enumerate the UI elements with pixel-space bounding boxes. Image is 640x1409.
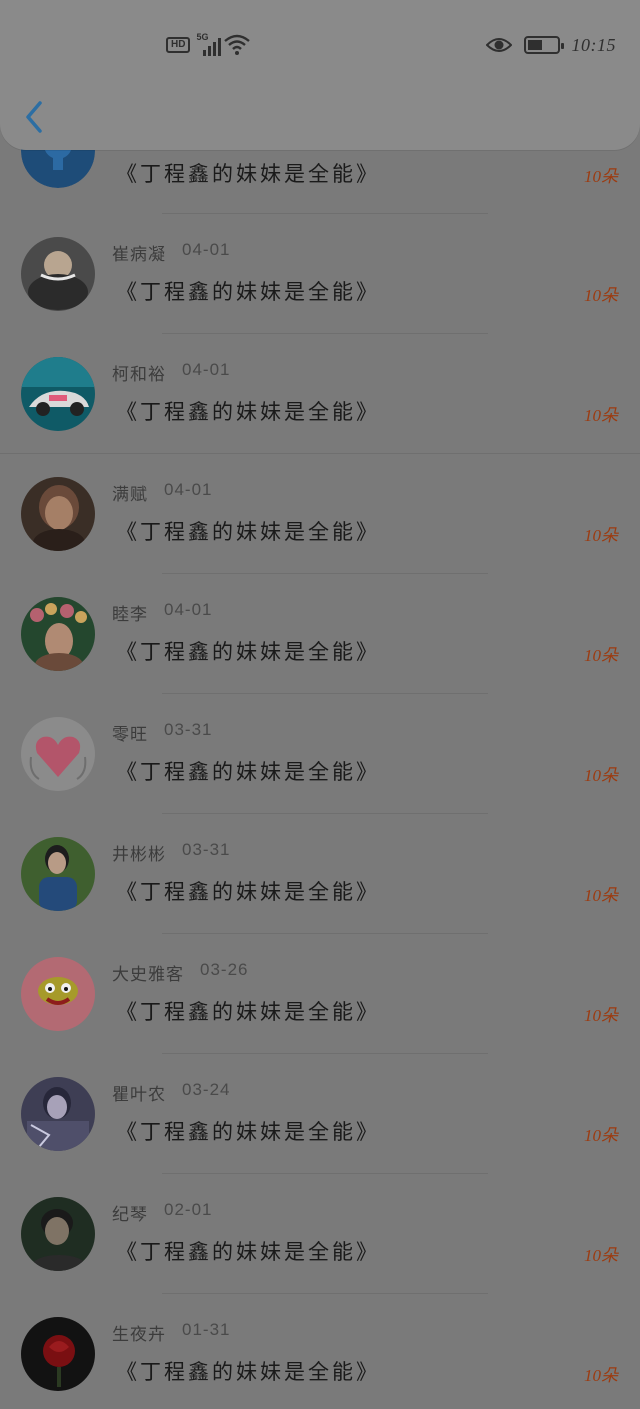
book-title: 《丁程鑫的妹妹是全能》 [116, 1360, 380, 1384]
user-name: 井彬彬 [112, 845, 166, 865]
divider [162, 1053, 488, 1054]
eye-icon [485, 38, 512, 52]
date: 02-01 [164, 1200, 213, 1219]
battery-icon [523, 36, 564, 54]
monkey-avatar [21, 957, 95, 1031]
date: 04-01 [164, 600, 213, 619]
status-right: 10:15 [485, 31, 617, 59]
book-title: 《丁程鑫的妹妹是全能》 [116, 1240, 380, 1264]
gift-record-list: 《丁程鑫的妹妹是全能》 10朵 崔病凝 04-01 《丁程鑫的妹妹是全能》 10… [0, 120, 640, 1409]
row-meta: 大史雅客 03-26 [112, 960, 248, 985]
book-title: 《丁程鑫的妹妹是全能》 [116, 520, 380, 544]
user-name: 瞿叶农 [112, 1085, 166, 1105]
row-meta: 零旺 03-31 [112, 720, 212, 745]
man-avatar [21, 237, 95, 311]
gift-amount: 10朵 [584, 886, 618, 905]
gift-amount: 10朵 [584, 167, 618, 186]
gift-amount: 10朵 [584, 1126, 618, 1145]
user-name: 满赋 [112, 485, 148, 505]
date: 03-24 [182, 1080, 231, 1099]
divider [162, 693, 488, 694]
list-item[interactable]: 瞿叶农 03-24 《丁程鑫的妹妹是全能》 10朵 [0, 1058, 640, 1178]
date: 03-31 [164, 720, 213, 739]
gift-amount: 10朵 [584, 406, 618, 425]
divider [162, 933, 488, 934]
gift-amount: 10朵 [584, 286, 618, 305]
date: 04-01 [182, 240, 231, 259]
list-item[interactable]: 睦李 04-01 《丁程鑫的妹妹是全能》 10朵 [0, 578, 640, 698]
date: 03-26 [200, 960, 249, 979]
row-meta: 瞿叶农 03-24 [112, 1080, 230, 1105]
status-left: HD 5G [166, 31, 251, 59]
divider [162, 213, 488, 214]
row-meta: 满赋 04-01 [112, 480, 212, 505]
status-time: 10:15 [571, 34, 616, 55]
list-item[interactable]: 生夜卉 01-31 《丁程鑫的妹妹是全能》 10朵 [0, 1298, 640, 1409]
user-name: 生夜卉 [112, 1325, 166, 1345]
flowers-avatar [21, 597, 95, 671]
user-name: 柯和裕 [112, 365, 166, 385]
app-header: HD 5G 10:15 [0, 0, 640, 150]
heart-avatar [21, 717, 95, 791]
divider [162, 813, 488, 814]
gift-amount: 10朵 [584, 646, 618, 665]
gift-amount: 10朵 [584, 1006, 618, 1025]
book-title: 《丁程鑫的妹妹是全能》 [116, 280, 380, 304]
book-title: 《丁程鑫的妹妹是全能》 [116, 880, 380, 904]
back-chevron-icon[interactable] [22, 100, 50, 134]
anime-avatar [21, 1077, 95, 1151]
divider [162, 1293, 488, 1294]
date: 03-31 [182, 840, 231, 859]
book-title: 《丁程鑫的妹妹是全能》 [116, 162, 380, 186]
user-name: 纪琴 [112, 1205, 148, 1225]
book-title: 《丁程鑫的妹妹是全能》 [116, 760, 380, 784]
row-meta: 生夜卉 01-31 [112, 1320, 230, 1345]
date: 04-01 [182, 360, 231, 379]
divider [162, 1173, 488, 1174]
divider [162, 333, 488, 334]
list-item[interactable]: 纪琴 02-01 《丁程鑫的妹妹是全能》 10朵 [0, 1178, 640, 1298]
gift-amount: 10朵 [584, 526, 618, 545]
list-item[interactable]: 满赋 04-01 《丁程鑫的妹妹是全能》 10朵 [0, 458, 640, 578]
book-title: 《丁程鑫的妹妹是全能》 [116, 640, 380, 664]
list-item[interactable]: 零旺 03-31 《丁程鑫的妹妹是全能》 10朵 [0, 698, 640, 818]
gift-amount: 10朵 [584, 1366, 618, 1385]
boy-avatar [21, 1197, 95, 1271]
girl-avatar [21, 837, 95, 911]
signal-icon: 5G [196, 32, 222, 56]
date: 01-31 [182, 1320, 231, 1339]
book-title: 《丁程鑫的妹妹是全能》 [116, 1120, 380, 1144]
divider [0, 453, 640, 454]
rose-avatar [21, 1317, 95, 1391]
row-meta: 崔病凝 04-01 [112, 240, 230, 265]
divider [162, 573, 488, 574]
list-item[interactable]: 大史雅客 03-26 《丁程鑫的妹妹是全能》 10朵 [0, 938, 640, 1058]
book-title: 《丁程鑫的妹妹是全能》 [116, 1000, 380, 1024]
wifi-icon [224, 34, 251, 55]
car-avatar [21, 357, 95, 431]
gift-amount: 10朵 [584, 766, 618, 785]
book-title: 《丁程鑫的妹妹是全能》 [116, 400, 380, 424]
hd-badge: HD [166, 37, 191, 53]
woman-avatar [21, 477, 95, 551]
date: 04-01 [164, 480, 213, 499]
list-item[interactable]: 井彬彬 03-31 《丁程鑫的妹妹是全能》 10朵 [0, 818, 640, 938]
list-item[interactable]: 崔病凝 04-01 《丁程鑫的妹妹是全能》 10朵 [0, 218, 640, 338]
row-meta: 睦李 04-01 [112, 600, 212, 625]
user-name: 零旺 [112, 725, 148, 745]
user-name: 崔病凝 [112, 245, 166, 265]
row-meta: 井彬彬 03-31 [112, 840, 230, 865]
user-name: 睦李 [112, 605, 148, 625]
row-meta: 纪琴 02-01 [112, 1200, 212, 1225]
list-item[interactable]: 柯和裕 04-01 《丁程鑫的妹妹是全能》 10朵 [0, 338, 640, 458]
row-meta: 柯和裕 04-01 [112, 360, 230, 385]
user-name: 大史雅客 [112, 965, 184, 985]
gift-amount: 10朵 [584, 1246, 618, 1265]
